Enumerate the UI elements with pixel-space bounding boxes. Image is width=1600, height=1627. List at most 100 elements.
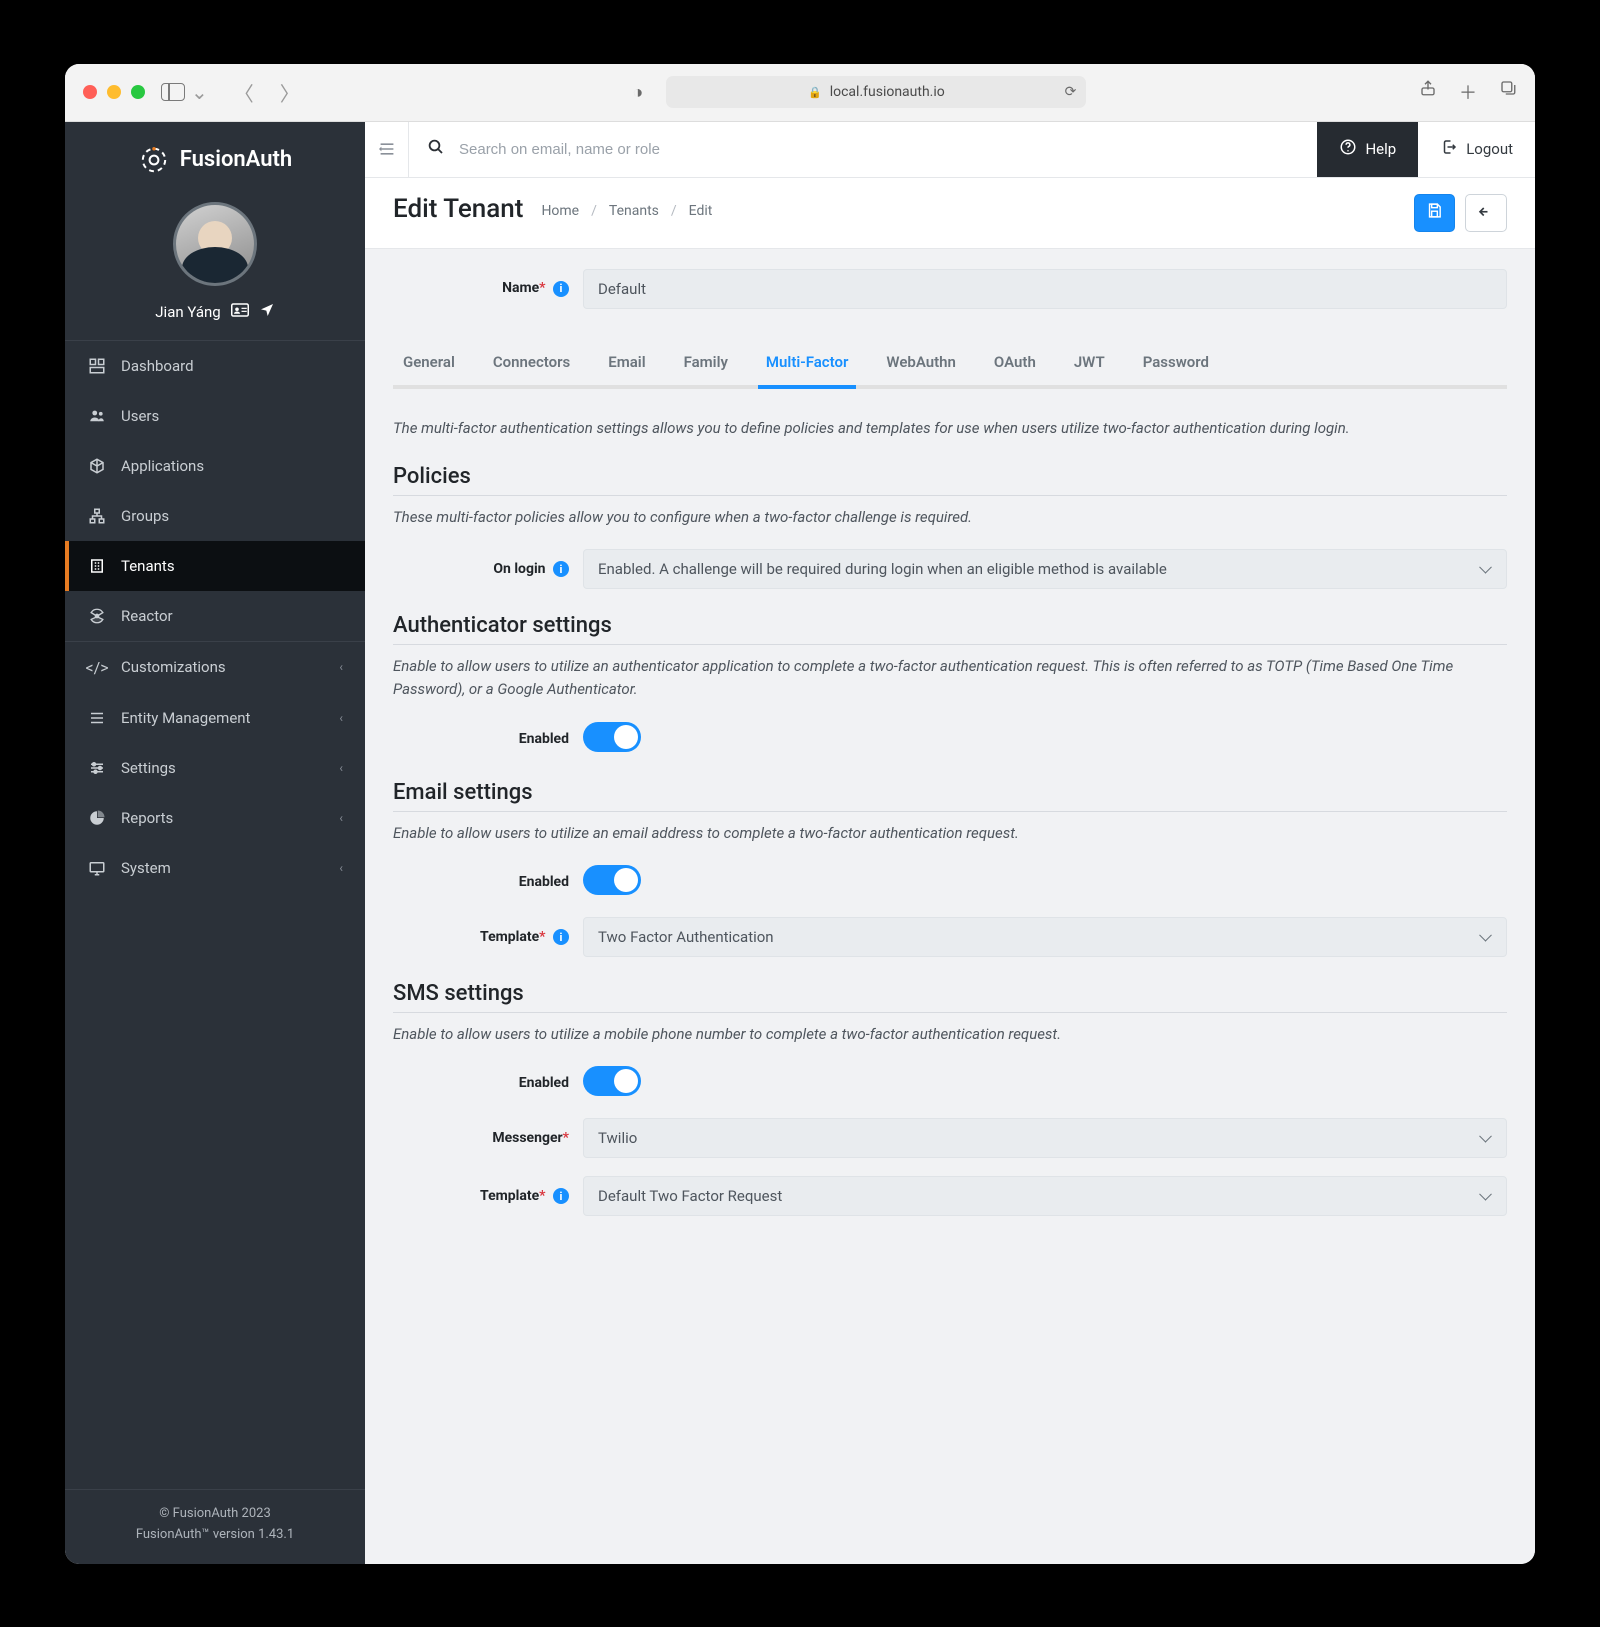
url-bar[interactable]: 🔒 local.fusionauth.io ⟳ [666, 76, 1086, 108]
new-tab-icon[interactable]: ＋ [1459, 79, 1477, 105]
info-icon[interactable]: i [553, 561, 569, 577]
search-icon [427, 138, 445, 160]
sms-template-label: Template [480, 1188, 539, 1204]
sidebar-item-customizations[interactable]: </>Customizations‹ [65, 642, 365, 693]
collapse-sidebar-button[interactable] [365, 122, 409, 177]
breadcrumb: Home/ Tenants/ Edit [541, 203, 712, 219]
email-enabled-label: Enabled [519, 874, 569, 890]
back-icon[interactable]: 〈 [234, 78, 254, 107]
name-field[interactable]: Default [583, 269, 1507, 309]
undo-icon [1477, 203, 1495, 223]
sidebar: FusionAuth Jian Yáng Dashboard [65, 122, 365, 1564]
chevron-down-icon[interactable]: ⌄ [191, 80, 208, 104]
page-header: Edit Tenant Home/ Tenants/ Edit [365, 178, 1535, 249]
email-template-select[interactable]: Two Factor Authentication [583, 917, 1507, 957]
question-circle-icon [1339, 138, 1357, 160]
save-icon [1426, 202, 1443, 223]
pie-chart-icon [87, 809, 107, 827]
url-host: local.fusionauth.io [830, 84, 945, 100]
brand-logo[interactable]: FusionAuth [138, 144, 292, 176]
sidebar-item-system[interactable]: System‹ [65, 843, 365, 893]
radiation-icon [87, 607, 107, 625]
tab-webauthn[interactable]: WebAuthn [884, 341, 958, 385]
code-icon: </> [87, 658, 107, 677]
tab-connectors[interactable]: Connectors [491, 341, 572, 385]
sidebar-item-tenants[interactable]: Tenants [65, 541, 365, 591]
chevron-left-icon: ‹ [339, 811, 343, 825]
on-login-label: On login [493, 561, 545, 577]
sidebar-nav: Dashboard Users Applications Groups Tena… [65, 340, 365, 1489]
close-window-icon[interactable] [83, 85, 97, 99]
tab-password[interactable]: Password [1141, 341, 1211, 385]
browser-window: ⌄ 〈 〉 ◑ 🔒 local.fusionauth.io ⟳ ＋ [65, 64, 1535, 1564]
tabs-overview-icon[interactable] [1499, 79, 1517, 105]
sidebar-item-entity-management[interactable]: Entity Management‹ [65, 693, 365, 743]
tab-email[interactable]: Email [606, 341, 647, 385]
maximize-window-icon[interactable] [131, 85, 145, 99]
crumb-home[interactable]: Home [541, 203, 579, 219]
search-input[interactable] [459, 141, 1299, 158]
authenticator-heading: Authenticator settings [393, 613, 1507, 645]
mfa-intro: The multi-factor authentication settings… [393, 417, 1507, 440]
sitemap-icon [87, 507, 107, 525]
avatar[interactable] [173, 202, 257, 286]
policies-desc: These multi-factor policies allow you to… [393, 506, 1507, 529]
chevron-left-icon: ‹ [339, 711, 343, 725]
crumb-edit: Edit [689, 203, 713, 219]
tab-family[interactable]: Family [682, 341, 730, 385]
tab-oauth[interactable]: OAuth [992, 341, 1038, 385]
tab-multi-factor[interactable]: Multi-Factor [764, 341, 850, 385]
forward-icon[interactable]: 〉 [280, 78, 300, 107]
sms-enabled-toggle[interactable] [583, 1066, 641, 1096]
users-icon [87, 407, 107, 425]
sliders-icon [87, 759, 107, 777]
share-icon[interactable] [1419, 79, 1437, 105]
chevron-left-icon: ‹ [339, 660, 343, 674]
sidebar-item-dashboard[interactable]: Dashboard [65, 341, 365, 391]
on-login-select[interactable]: Enabled. A challenge will be required du… [583, 549, 1507, 589]
save-button[interactable] [1414, 194, 1455, 232]
sidebar-item-settings[interactable]: Settings‹ [65, 743, 365, 793]
policies-heading: Policies [393, 464, 1507, 496]
email-settings-desc: Enable to allow users to utilize an emai… [393, 822, 1507, 845]
email-template-label: Template [480, 929, 539, 945]
back-button[interactable] [1465, 194, 1507, 232]
sms-settings-desc: Enable to allow users to utilize a mobil… [393, 1023, 1507, 1046]
info-icon[interactable]: i [553, 929, 569, 945]
privacy-shield-icon[interactable]: ◑ [632, 82, 650, 102]
sms-settings-heading: SMS settings [393, 981, 1507, 1013]
messenger-select[interactable]: Twilio [583, 1118, 1507, 1158]
name-label: Name [502, 280, 539, 296]
tab-general[interactable]: General [401, 341, 457, 385]
desktop-icon [87, 859, 107, 877]
window-controls [83, 85, 145, 99]
sms-enabled-label: Enabled [519, 1075, 569, 1091]
location-arrow-icon[interactable] [259, 302, 275, 322]
reload-icon[interactable]: ⟳ [1065, 84, 1077, 100]
building-icon [87, 557, 107, 575]
help-button[interactable]: Help [1317, 122, 1418, 178]
messenger-label: Messenger [492, 1130, 562, 1146]
tab-jwt[interactable]: JWT [1072, 341, 1107, 385]
id-card-icon[interactable] [231, 303, 249, 321]
sidebar-item-groups[interactable]: Groups [65, 491, 365, 541]
brand-name: FusionAuth [180, 147, 292, 172]
sidebar-item-reports[interactable]: Reports‹ [65, 793, 365, 843]
lock-icon: 🔒 [808, 86, 822, 99]
email-settings-heading: Email settings [393, 780, 1507, 812]
email-enabled-toggle[interactable] [583, 865, 641, 895]
sidebar-item-applications[interactable]: Applications [65, 441, 365, 491]
chevron-left-icon: ‹ [339, 761, 343, 775]
info-icon[interactable]: i [553, 281, 569, 297]
browser-toolbar: ⌄ 〈 〉 ◑ 🔒 local.fusionauth.io ⟳ ＋ [65, 64, 1535, 122]
authenticator-enabled-toggle[interactable] [583, 722, 641, 752]
sidebar-toggle-icon[interactable] [161, 83, 185, 101]
sms-template-select[interactable]: Default Two Factor Request [583, 1176, 1507, 1216]
minimize-window-icon[interactable] [107, 85, 121, 99]
crumb-tenants[interactable]: Tenants [609, 203, 659, 219]
main-content: Help Logout Edit Tenant Home/ Tenants/ E… [365, 122, 1535, 1564]
sidebar-item-users[interactable]: Users [65, 391, 365, 441]
sidebar-item-reactor[interactable]: Reactor [65, 591, 365, 641]
logout-button[interactable]: Logout [1418, 122, 1535, 178]
info-icon[interactable]: i [553, 1188, 569, 1204]
